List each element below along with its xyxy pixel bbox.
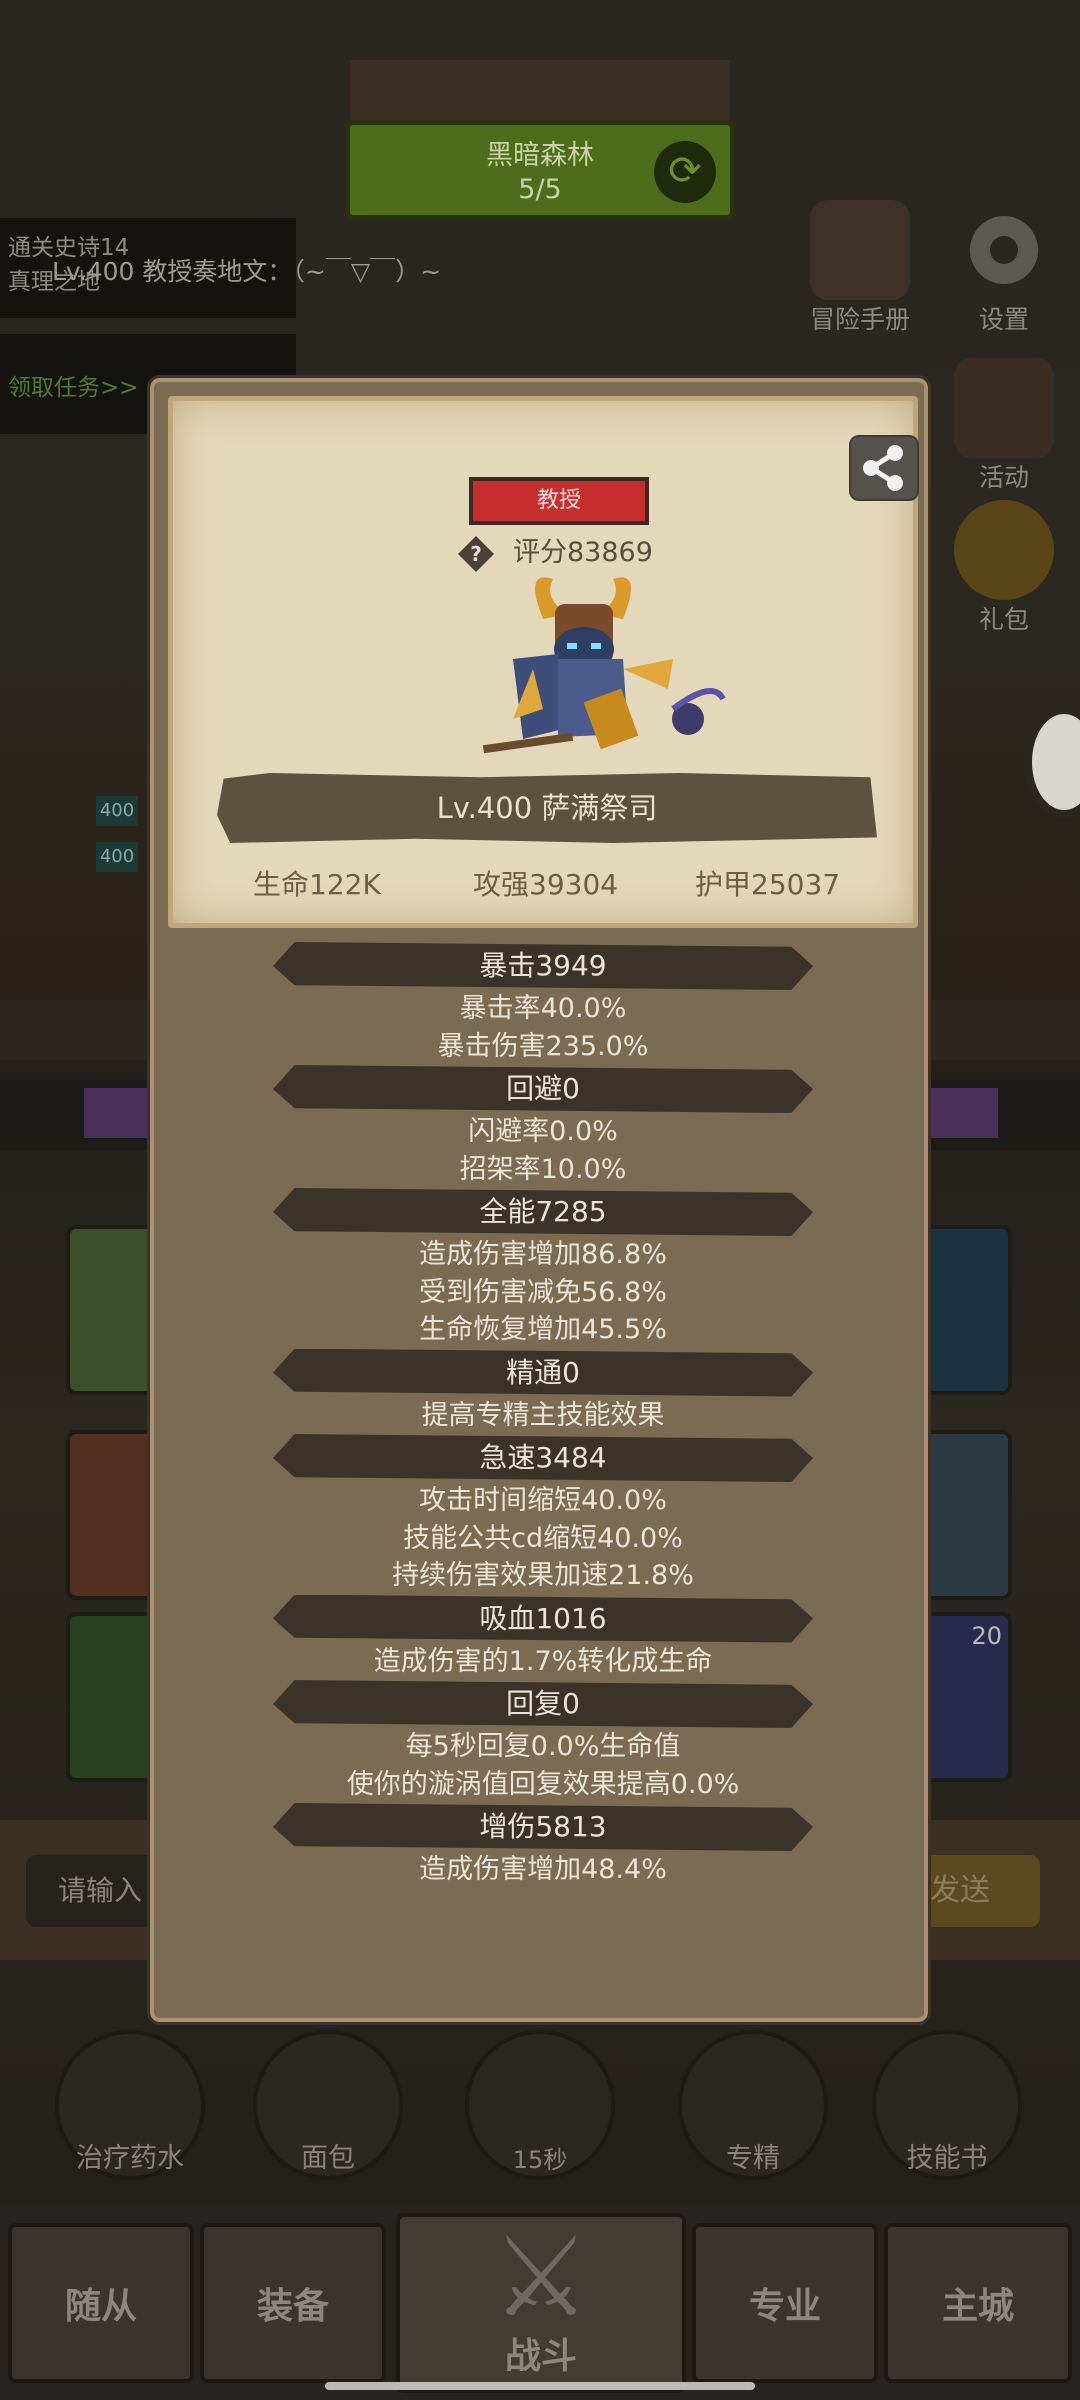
- book-icon: [810, 200, 910, 300]
- share-button[interactable]: [849, 435, 919, 501]
- gear-icon: [954, 200, 1054, 300]
- bread-button[interactable]: 面包: [243, 2030, 413, 2180]
- stat-health: 生命122K: [253, 868, 381, 901]
- tower-top: [350, 60, 730, 120]
- attr-header-lifesteal: 吸血1016: [273, 1594, 813, 1643]
- events-label: 活动: [978, 463, 1029, 492]
- specialization-label: 专精: [726, 2143, 780, 2174]
- attr-line: 造成伤害增加86.8%: [419, 1239, 667, 1270]
- attr-line: 造成伤害增加48.4%: [419, 1854, 667, 1885]
- attr-line: 招架率10.0%: [459, 1153, 627, 1185]
- healing-potion-label: 治疗药水: [76, 2143, 184, 2174]
- attr-header-haste: 急速3484: [273, 1434, 813, 1482]
- chest-button[interactable]: 15秒: [455, 2030, 625, 2180]
- attr-line: 暴击率40.0%: [459, 993, 627, 1024]
- chest-timer: 15秒: [512, 2146, 568, 2174]
- game-screen: 黑暗森林 5/5 ⟳ 通关史诗14 真理之地 领取任务>> Lv.400 教授奏…: [0, 0, 1080, 2400]
- attr-header-regen: 回复0: [273, 1680, 813, 1728]
- adventure-manual-label: 冒险手册: [809, 305, 910, 334]
- stat-armor: 护甲25037: [695, 868, 841, 901]
- events-button[interactable]: 活动: [944, 358, 1064, 494]
- floating-chat-icon[interactable]: [1024, 706, 1080, 818]
- bread-label: 面包: [301, 2143, 355, 2174]
- refresh-icon[interactable]: ⟳: [654, 141, 716, 203]
- tab-main-city[interactable]: 主城: [884, 2223, 1072, 2383]
- scroll-icon: [954, 358, 1054, 458]
- skill-book-label: 技能书: [906, 2143, 988, 2174]
- rank-badge: 教授: [469, 477, 649, 525]
- attribute-list: 暴击3949 暴击率40.0% 暴击伤害235.0% 回避0 闪避率0.0% 招…: [154, 942, 932, 1889]
- energy-bar: [84, 1088, 154, 1138]
- hero-card: 教授 ? 评分83869 Lv.400 萨满祭司 生命122K 攻强39304 …: [168, 396, 919, 928]
- attr-header-versatility: 全能7285: [273, 1188, 813, 1236]
- skill-book-button[interactable]: 技能书: [862, 2030, 1032, 2180]
- slot-count: 20: [971, 1622, 1002, 1650]
- attr-line: 使你的漩涡值回复效果提高0.0%: [346, 1768, 740, 1800]
- attr-line: 提高专精主技能效果: [421, 1399, 665, 1431]
- mini-level-tag: 400: [96, 796, 138, 826]
- stat-attack-power: 攻强39304: [473, 868, 619, 901]
- attr-line: 造成伤害的1.7%转化成生命: [373, 1645, 713, 1677]
- home-indicator[interactable]: [325, 2382, 755, 2390]
- attribute-dialog: 教授 ? 评分83869 Lv.400 萨满祭司 生命122K 攻强39304 …: [150, 378, 928, 2022]
- attr-line: 闪避率0.0%: [468, 1116, 618, 1147]
- attr-header-avoidance: 回避0: [273, 1065, 813, 1113]
- settings-label: 设置: [978, 305, 1029, 334]
- tab-battle[interactable]: ⚔ 战斗: [396, 2213, 686, 2393]
- attr-header-damage-increase: 增伤5813: [273, 1803, 813, 1851]
- specialization-button[interactable]: 专精: [668, 2030, 838, 2180]
- gift-pack-button[interactable]: 礼包: [944, 500, 1064, 636]
- tab-equipment[interactable]: 装备: [200, 2223, 386, 2383]
- tab-battle-label: 战斗: [504, 2336, 577, 2377]
- tab-followers[interactable]: 随从: [8, 2223, 194, 2383]
- shaman-hero-portrait: [482, 577, 726, 754]
- attr-line: 受到伤害减免56.8%: [419, 1276, 667, 1308]
- attr-line: 暴击伤害235.0%: [437, 1030, 649, 1062]
- share-icon: [863, 445, 903, 491]
- hero-name-band: Lv.400 萨满祭司: [217, 773, 877, 843]
- settings-button[interactable]: 设置: [944, 200, 1064, 336]
- attr-line: 持续伤害效果加速21.8%: [392, 1560, 694, 1591]
- energy-bar: [928, 1088, 998, 1138]
- healing-potion-button[interactable]: 治疗药水: [45, 2030, 215, 2180]
- attr-header-mastery: 精通0: [273, 1348, 813, 1397]
- marquee-text: Lv.400 教授奏地文：（~￣▽￣）~: [52, 257, 442, 286]
- attr-line: 攻击时间缩短40.0%: [419, 1485, 667, 1516]
- attr-line: 每5秒回复0.0%生命值: [405, 1731, 681, 1762]
- attr-line: 技能公共cd缩短40.0%: [403, 1522, 683, 1554]
- bottom-tab-bar: 随从 装备 ⚔ 战斗 专业 主城: [0, 2205, 1080, 2400]
- gift-pack-label: 礼包: [978, 605, 1029, 634]
- attr-line: 生命恢复增加45.5%: [419, 1314, 667, 1345]
- gift-icon: [954, 500, 1054, 600]
- level-banner[interactable]: 黑暗森林 5/5 ⟳: [345, 120, 735, 220]
- mini-level-tag: 400: [96, 842, 138, 872]
- tab-profession[interactable]: 专业: [692, 2223, 878, 2383]
- attr-header-crit: 暴击3949: [273, 942, 813, 990]
- adventure-manual-button[interactable]: 冒险手册: [800, 200, 920, 336]
